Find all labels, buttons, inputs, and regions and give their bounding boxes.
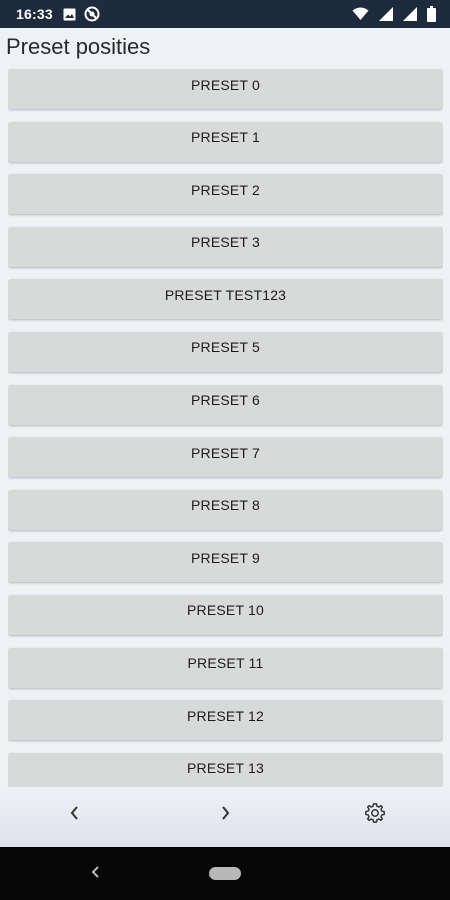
preset-button[interactable]: PRESET 13 [8, 752, 443, 787]
system-home-button[interactable] [209, 867, 241, 880]
bottom-navigation-bar [0, 787, 450, 847]
blocked-icon [84, 6, 100, 22]
page-title: Preset posities [6, 34, 151, 59]
preset-button[interactable]: PRESET 5 [8, 331, 443, 372]
status-bar: 16:33 [0, 0, 450, 28]
preset-button[interactable]: PRESET 8 [8, 489, 443, 530]
settings-gear-icon [364, 802, 386, 829]
status-time: 16:33 [16, 6, 53, 22]
status-left-icons [63, 6, 100, 22]
settings-button[interactable] [355, 795, 395, 835]
system-back-button[interactable] [86, 864, 106, 884]
chevron-right-icon [218, 804, 232, 827]
next-button[interactable] [205, 795, 245, 835]
preset-button[interactable]: PRESET 6 [8, 384, 443, 425]
preset-button[interactable]: PRESET 11 [8, 647, 443, 688]
preset-button[interactable]: PRESET 7 [8, 437, 443, 478]
preset-button[interactable]: PRESET 9 [8, 542, 443, 583]
wifi-icon [352, 7, 369, 21]
preset-button[interactable]: PRESET 12 [8, 700, 443, 741]
signal-icon [379, 7, 393, 21]
preset-button[interactable]: PRESET 1 [8, 121, 443, 162]
back-icon [91, 865, 101, 884]
preset-button[interactable]: PRESET 0 [8, 69, 443, 109]
preset-button[interactable]: PRESET 3 [8, 226, 443, 267]
image-icon [63, 8, 76, 21]
status-right-icons [352, 0, 436, 28]
chevron-left-icon [68, 804, 82, 827]
signal-icon [403, 7, 417, 21]
preset-button[interactable]: PRESET 2 [8, 174, 443, 215]
preset-button[interactable]: PRESET TEST123 [8, 279, 443, 320]
preset-list: PRESET 0 PRESET 1 PRESET 2 PRESET 3 PRESET T… [8, 69, 443, 787]
previous-button[interactable] [55, 795, 95, 835]
preset-button[interactable]: PRESET 10 [8, 594, 443, 635]
battery-icon [427, 6, 436, 22]
system-navigation-bar [0, 847, 450, 900]
